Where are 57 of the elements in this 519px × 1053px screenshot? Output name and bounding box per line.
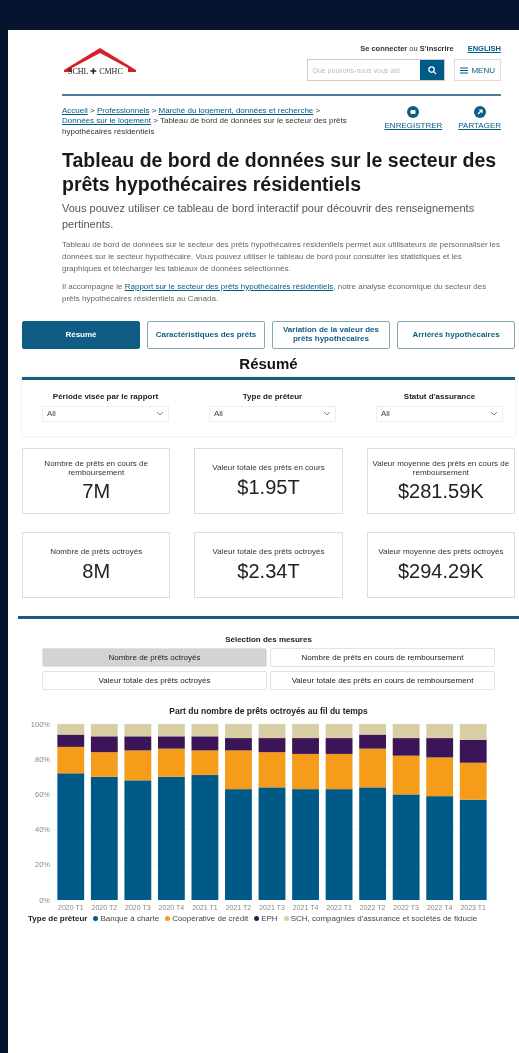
tab[interactable]: Résumé — [22, 320, 140, 349]
breadcrumb-link[interactable]: Données sur le logement — [62, 116, 151, 126]
tab[interactable]: Arriérés hypothécaires — [397, 320, 515, 349]
menu-icon — [460, 66, 469, 74]
filter-label: Type de prêteur — [242, 391, 303, 401]
kpi-label: Valeur moyenne des prêts octroyés — [378, 547, 504, 557]
logo-text: SCHL ✚ CMHC — [68, 67, 123, 76]
measure-button[interactable]: Valeur totale des prêts octroyés — [42, 670, 267, 690]
breadcrumb-link[interactable]: Marché du logement, données et recherche — [158, 106, 314, 115]
filter-label: Période visée par le rapport — [52, 391, 159, 401]
kpi-label: Nombre de prêts octroyés — [50, 547, 143, 557]
lead-paragraph: Vous pouvez utiliser ce tableau de bord interactif pour découvrir des renseignements pertinents. — [62, 200, 476, 233]
measures-title: Sélection des mesures — [224, 634, 313, 644]
kpi-value: 7M — [82, 480, 111, 504]
breadcrumb-link[interactable]: Accueil — [62, 106, 88, 115]
menu-button[interactable]: MENU — [454, 59, 501, 81]
save-icon — [407, 106, 420, 118]
filter-label: Statut d'assurance — [403, 391, 476, 401]
measure-button[interactable]: Nombre de prêts en cours de remboursement — [270, 647, 495, 667]
search-button[interactable] — [420, 60, 445, 80]
kpi-label: Nombre de prêts en cours de remboursement — [43, 458, 149, 478]
filter-dropdown[interactable]: All — [209, 405, 336, 422]
chevron-down-icon — [156, 411, 164, 417]
kpi-label: Valeur moyenne des prêts en cours de remboursement — [371, 458, 510, 478]
share-link[interactable]: PARTAGER — [458, 106, 501, 138]
section-title: Résumé — [238, 354, 299, 372]
search-icon — [427, 65, 437, 75]
measure-button[interactable]: Valeur totale des prêts en cours de remboursement — [270, 670, 495, 690]
legend-label: SCH, compagnies d'assurance et sociétés de fiducie — [290, 913, 478, 923]
page-title: Tableau de bord de données sur le secteur des prêts hypothécaires résidentiels — [62, 149, 498, 196]
kpi-label: Valeur totale des prêts octroyés — [212, 547, 325, 557]
chart-title: Part du nombre de prêts octroyés au fil du temps — [168, 705, 369, 716]
bar-segment — [359, 723, 387, 735]
report-paragraph: Il accompagne le Rapport sur le secteur des prêts hypothécaires résidentiels, notre analyse économique du secteur des prêts hypothécaires résidentiels au Canada. — [62, 280, 488, 305]
chevron-down-icon — [490, 411, 498, 417]
share-icon — [473, 106, 486, 118]
bar-segment — [57, 723, 85, 735]
tab[interactable]: Variation de la valeur des prêts hypothécaires — [272, 320, 390, 349]
kpi-value: $281.59K — [398, 480, 484, 504]
chevron-down-icon — [323, 411, 331, 417]
legend-title: Type de prêteur — [28, 913, 88, 923]
intro-paragraph: Tableau de bord de données sur le secteur des prêts hypothécaires résidentiels permet aux utilisateurs de personnaliser les données sur le secteur hypothécaire. Vous pouvez utiliser le tableau de bord pour consulter les statistiques et les graphiques et télécharger les tableaux de données sélectionnés. — [62, 238, 501, 275]
tab[interactable]: Caractéristiques des prêts — [147, 320, 265, 349]
kpi-value: $2.34T — [237, 559, 300, 583]
kpi-label: Valeur totale des prêts en cours — [212, 463, 325, 473]
kpi-value: $294.29K — [398, 559, 484, 583]
save-link[interactable]: ENREGISTRER — [384, 106, 443, 138]
filter-dropdown[interactable]: All — [376, 405, 503, 422]
filter-dropdown[interactable]: All — [42, 405, 169, 422]
legend-label: Coopérative de crédit — [172, 913, 249, 923]
breadcrumb: Accueil > Professionnels > Marché du logement, données et recherche > Données sur le logement > Tableau de bord de données sur le secteur des prêts hypothécaires résidentiels — [62, 106, 348, 138]
kpi-value: 8M — [82, 559, 111, 583]
legend-label: Banque à charte — [100, 913, 160, 923]
measure-button[interactable]: Nombre de prêts octroyés — [42, 647, 267, 667]
breadcrumb-link[interactable]: Professionnels — [96, 106, 150, 115]
legend-label: EPH — [261, 913, 278, 923]
kpi-value: $1.95T — [237, 475, 300, 499]
